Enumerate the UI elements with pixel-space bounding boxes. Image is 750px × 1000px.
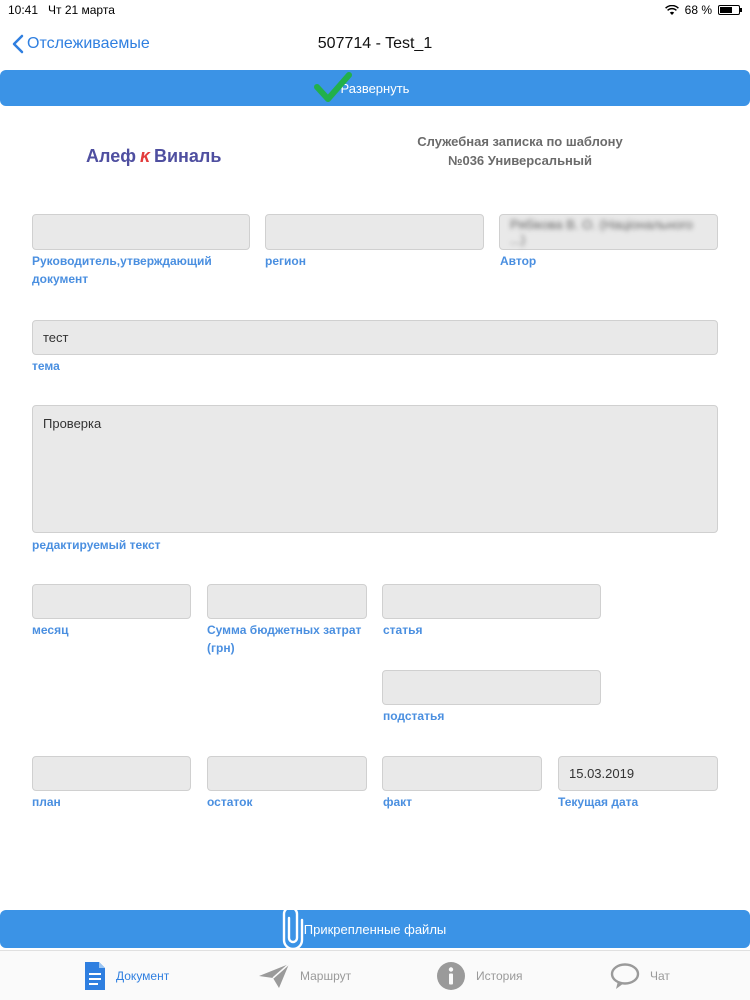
document-type-line2: №036 Универсальный <box>447 153 593 168</box>
topic-field-value: тест <box>43 330 69 345</box>
tab-document-label: Документ <box>116 969 170 983</box>
editable-text-area[interactable]: Проверка <box>32 405 718 533</box>
current-date-label: Текущая дата <box>558 795 639 809</box>
region-label: регион <box>265 254 306 268</box>
article-label: статья <box>383 623 423 637</box>
budget-field[interactable] <box>207 584 367 619</box>
plan-label: план <box>32 795 61 809</box>
manager-field[interactable] <box>32 214 250 250</box>
region-field[interactable] <box>265 214 484 250</box>
tab-route-label: Маршрут <box>300 969 352 983</box>
budget-label: Сумма бюджетных затрат (грн) <box>207 623 362 655</box>
tab-history-label: История <box>476 969 523 983</box>
navigation-bar: Отслеживаемые 507714 - Test_1 <box>0 26 750 66</box>
logo-text-right: Виналь <box>153 146 222 166</box>
logo-text-left: Алеф <box>86 146 136 166</box>
topic-field[interactable]: тест <box>32 320 718 355</box>
chat-icon <box>610 963 640 989</box>
tab-chat-label: Чат <box>650 969 670 983</box>
attached-files-label: Прикрепленные файлы <box>303 921 447 937</box>
status-time: 10:41 <box>8 3 39 17</box>
editable-text-value: Проверка <box>43 416 102 431</box>
manager-label: Руководитель,утверждающий документ <box>32 254 212 286</box>
checkmark-icon <box>314 72 352 102</box>
paper-plane-icon <box>259 963 290 988</box>
info-icon <box>437 962 465 990</box>
status-bar: 10:41 Чт 21 марта 68 % <box>0 0 750 20</box>
author-field-value: Рябікова В. О. (Національного ...) <box>510 217 693 247</box>
remainder-field[interactable] <box>207 756 367 791</box>
plan-field[interactable] <box>32 756 191 791</box>
subarticle-label: подстатья <box>383 709 445 723</box>
battery-icon <box>718 5 742 15</box>
wifi-icon <box>664 4 679 15</box>
status-right: 68 % <box>664 3 742 17</box>
expand-button[interactable]: Развернуть <box>0 70 750 106</box>
tab-route[interactable]: Маршрут <box>258 951 351 1000</box>
tab-chat[interactable]: Чат <box>610 951 670 1000</box>
company-logo: Алеф ĸ Виналь <box>86 146 221 167</box>
current-date-value: 15.03.2019 <box>569 766 635 781</box>
month-field[interactable] <box>32 584 191 619</box>
author-field[interactable]: Рябікова В. О. (Національного ...) <box>499 214 718 250</box>
document-icon <box>85 962 105 990</box>
document-type: Служебная записка по шаблону №036 Универ… <box>380 132 660 170</box>
tab-bar: Документ Маршрут История Чат <box>0 950 750 1000</box>
battery-percent: 68 % <box>684 3 712 17</box>
fact-label: факт <box>383 795 413 809</box>
status-date: Чт 21 марта <box>48 3 115 17</box>
battery-level <box>720 7 733 13</box>
attached-files-button[interactable]: Прикрепленные файлы <box>0 910 750 948</box>
logo-mark: ĸ <box>139 146 150 166</box>
subarticle-field[interactable] <box>382 670 601 705</box>
month-label: месяц <box>32 623 69 637</box>
paperclip-icon <box>282 906 304 950</box>
current-date-field[interactable]: 15.03.2019 <box>558 756 718 791</box>
fact-field[interactable] <box>382 756 542 791</box>
article-field[interactable] <box>382 584 601 619</box>
page-title: 507714 - Test_1 <box>317 35 433 52</box>
editable-text-label: редактируемый текст <box>32 538 161 552</box>
author-label: Автор <box>500 254 537 268</box>
tab-history[interactable]: История <box>436 951 523 1000</box>
topic-label: тема <box>32 359 60 373</box>
tab-document[interactable]: Документ <box>84 951 169 1000</box>
document-type-line1: Служебная записка по шаблону <box>417 134 623 149</box>
remainder-label: остаток <box>207 795 253 809</box>
